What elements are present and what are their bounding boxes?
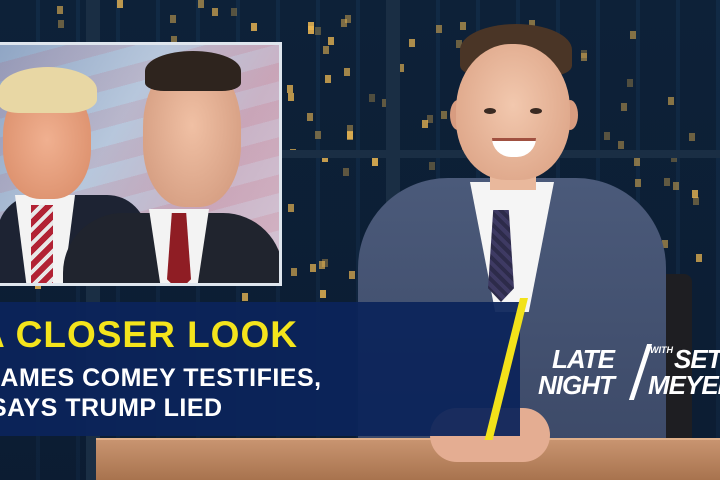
skyline-window-light	[328, 37, 334, 45]
headline-line-2: SAYS TRUMP LIED	[0, 394, 223, 422]
left-figure-tie	[31, 205, 53, 283]
skyline-window-light	[170, 15, 176, 23]
logo-night: NIGHT	[538, 370, 615, 400]
skyline-window-light	[581, 53, 587, 61]
skyline-window-light	[630, 31, 636, 39]
skyline-window-light	[325, 75, 331, 83]
skyline-window-light	[441, 111, 447, 119]
over-shoulder-graphic	[0, 42, 282, 286]
skyline-window-light	[320, 290, 326, 298]
right-figure-hair	[145, 51, 241, 91]
skyline-window-light	[436, 25, 442, 33]
skyline-window-light	[460, 22, 466, 30]
skyline-window-light	[429, 162, 435, 170]
skyline-window-light	[58, 20, 64, 28]
host-head	[456, 44, 570, 180]
show-logo: LATE WITH SETH NIGHT MEYERS	[538, 342, 720, 408]
skyline-window-light	[288, 204, 294, 212]
host-eye	[484, 108, 496, 114]
skyline-window-light	[344, 68, 350, 76]
skyline-window-light	[673, 182, 679, 190]
segment-title: A CLOSER LOOK	[0, 314, 298, 355]
skyline-window-light	[341, 19, 347, 27]
skyline-window-light	[57, 6, 63, 14]
skyline-window-light	[198, 0, 204, 8]
skyline-window-light	[231, 8, 237, 16]
skyline-window-light	[307, 113, 313, 121]
skyline-window-light	[310, 264, 316, 272]
skyline-window-light	[315, 131, 321, 139]
logo-meyers: MEYERS	[648, 370, 720, 400]
skyline-window-light	[212, 8, 218, 16]
skyline-window-light	[322, 259, 328, 267]
anchor-desk	[96, 440, 720, 480]
host-eye	[530, 108, 542, 114]
skyline-window-light	[664, 178, 670, 186]
skyline-window-light	[409, 39, 415, 47]
skyline-window-light	[242, 293, 248, 301]
skyline-window-light	[323, 46, 329, 54]
skyline-window-light	[635, 179, 641, 187]
skyline-window-light	[315, 27, 321, 35]
skyline-window-light	[343, 168, 349, 176]
logo-with: WITH	[650, 345, 673, 355]
skyline-window-light	[621, 103, 627, 111]
left-figure-hair	[0, 67, 97, 113]
skyline-window-light	[604, 132, 610, 140]
skyline-window-light	[668, 97, 674, 105]
skyline-window-light	[427, 115, 433, 123]
skyline-window-light	[287, 85, 293, 93]
skyline-window-light	[369, 94, 375, 102]
skyline-window-light	[627, 79, 633, 87]
skyline-window-light	[634, 158, 640, 166]
skyline-window-light	[693, 197, 699, 205]
skyline-window-light	[347, 132, 353, 140]
skyline-window-light	[618, 141, 624, 149]
skyline-window-light	[372, 158, 378, 166]
skyline-window-light	[117, 0, 123, 8]
skyline-window-light	[689, 133, 695, 141]
skyline-window-light	[349, 271, 355, 279]
skyline-window-light	[308, 22, 314, 30]
skyline-window-light	[291, 268, 297, 276]
headline-line-1: JAMES COMEY TESTIFIES,	[0, 364, 322, 392]
skyline-window-light	[696, 254, 702, 262]
skyline-window-light	[251, 23, 257, 31]
skyline-window-light	[288, 93, 294, 101]
